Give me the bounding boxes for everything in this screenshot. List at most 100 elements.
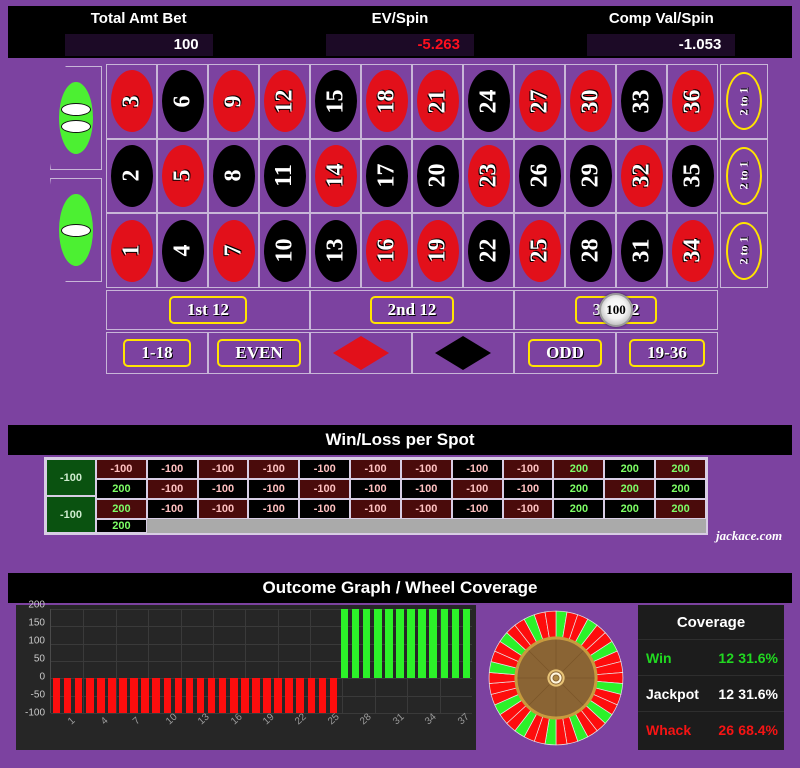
- chart-bar: [407, 609, 415, 679]
- number-label: 26: [526, 163, 552, 188]
- chart-bar: [340, 609, 349, 679]
- number-oval-14: 14: [314, 144, 357, 207]
- number-oval-36: 36: [671, 70, 714, 133]
- bet-cell-20[interactable]: 20: [412, 138, 463, 214]
- chart-bar-slot: [417, 609, 428, 713]
- number-oval-35: 35: [671, 144, 714, 207]
- bet-cell-red[interactable]: [310, 332, 412, 374]
- winloss-cell: -100: [502, 479, 554, 499]
- bet-cell-1[interactable]: 1: [106, 213, 157, 288]
- number-label: 25: [526, 238, 552, 263]
- number-oval-31: 31: [620, 219, 663, 282]
- chart-bar-slot: [350, 609, 361, 713]
- bet-cell-even[interactable]: EVEN: [208, 332, 310, 374]
- bet-cell-3[interactable]: 3: [106, 64, 157, 139]
- winloss-cell: -100: [299, 499, 351, 519]
- bet-cell-14[interactable]: 14: [310, 138, 361, 214]
- bet-cell-19[interactable]: 19: [412, 213, 463, 288]
- bet-cell-27[interactable]: 27: [514, 64, 565, 139]
- bet-cell-5[interactable]: 5: [157, 138, 208, 214]
- bet-cell-29[interactable]: 29: [565, 138, 616, 214]
- chart-gridline: [51, 713, 472, 714]
- bet-cell-34[interactable]: 34: [667, 213, 718, 288]
- bet-cell-7[interactable]: 7: [208, 213, 259, 288]
- bet-cell-13[interactable]: 13: [310, 213, 361, 288]
- bet-cell-25[interactable]: 25: [514, 213, 565, 288]
- bet-cell-dozen-1[interactable]: 1st 12: [106, 290, 310, 330]
- number-label: 24: [475, 89, 501, 114]
- column-bet-label: 2 to 1: [736, 87, 751, 116]
- bet-cell-16[interactable]: 16: [361, 213, 412, 288]
- number-oval-4: 4: [161, 219, 204, 282]
- bet-cell-23[interactable]: 23: [463, 138, 514, 214]
- number-label: 15: [322, 89, 348, 114]
- winloss-cell: -100: [350, 499, 401, 519]
- number-label: 22: [475, 238, 501, 263]
- bet-cell-8[interactable]: 8: [208, 138, 259, 214]
- winloss-cell: 200: [604, 479, 656, 499]
- number-label: 8: [220, 169, 246, 182]
- bet-cell-26[interactable]: 26: [514, 138, 565, 214]
- bet-cell-black[interactable]: [412, 332, 514, 374]
- bet-cell-4[interactable]: 4: [157, 213, 208, 288]
- bet-cell-2[interactable]: 2: [106, 138, 157, 214]
- stat-value: -1.053: [587, 34, 736, 56]
- bet-cell-22[interactable]: 22: [463, 213, 514, 288]
- winloss-cell: 200: [96, 499, 147, 519]
- chart-bar: [130, 678, 138, 713]
- bet-cell-11[interactable]: 11: [259, 138, 310, 214]
- chart-bar-slot: [328, 609, 339, 713]
- zero-bar-icon: [61, 103, 91, 116]
- chart-bar: [451, 609, 460, 679]
- bet-cell-10[interactable]: 10: [259, 213, 310, 288]
- bet-cell-33[interactable]: 33: [616, 64, 667, 139]
- bet-cell-30[interactable]: 30: [565, 64, 616, 139]
- bet-cell-column-2[interactable]: 2 to 1: [720, 138, 768, 214]
- number-label: 35: [679, 163, 705, 188]
- bet-cell-31[interactable]: 31: [616, 213, 667, 288]
- bet-cell-18[interactable]: 18: [361, 64, 412, 139]
- outcome-body: 200 150 100 50 0 -50 -100 1 4 7 10 13 16 19 22 25 28 31 3…: [8, 600, 792, 753]
- bet-cell-double-zero[interactable]: [50, 66, 102, 170]
- bet-cell-1-18[interactable]: 1-18: [106, 332, 208, 374]
- winloss-cell: 200: [604, 499, 656, 519]
- chart-bar-slot: [73, 609, 84, 713]
- bet-cell-28[interactable]: 28: [565, 213, 616, 288]
- bet-cell-dozen-3[interactable]: 3rd 12100: [514, 290, 718, 330]
- bet-cell-24[interactable]: 24: [463, 64, 514, 139]
- bet-cell-32[interactable]: 32: [616, 138, 667, 214]
- bet-cell-dozen-2[interactable]: 2nd 12: [310, 290, 514, 330]
- bet-cell-zero[interactable]: [50, 178, 102, 282]
- winloss-zero-cell: -100: [46, 459, 96, 496]
- bet-cell-36[interactable]: 36: [667, 64, 718, 139]
- bet-cell-column-1[interactable]: 2 to 1: [720, 64, 768, 139]
- bet-cell-35[interactable]: 35: [667, 138, 718, 214]
- winloss-cell: -100: [502, 499, 554, 519]
- chart-bar: [196, 678, 205, 713]
- chart-bar-slot: [206, 609, 217, 713]
- winloss-cell: 200: [553, 459, 605, 479]
- y-tick-label: -50: [30, 689, 45, 701]
- bet-cell-odd[interactable]: ODD: [514, 332, 616, 374]
- chart-bar-slot: [273, 609, 284, 713]
- bet-cell-15[interactable]: 15: [310, 64, 361, 139]
- bet-cell-9[interactable]: 9: [208, 64, 259, 139]
- bet-cell-21[interactable]: 21: [412, 64, 463, 139]
- y-tick-label: 200: [28, 599, 45, 611]
- number-oval-28: 28: [569, 219, 612, 282]
- number-oval-8: 8: [212, 144, 255, 207]
- bet-cell-column-3[interactable]: 2 to 1: [720, 213, 768, 288]
- bet-cell-6[interactable]: 6: [157, 64, 208, 139]
- wheel-coverage-graphic: [480, 605, 632, 750]
- chart-bar: [318, 678, 327, 713]
- number-oval-34: 34: [671, 219, 714, 282]
- chart-bar-slot: [450, 609, 461, 713]
- chart-bar-slot: [84, 609, 95, 713]
- number-label: 3: [118, 95, 144, 108]
- bet-cell-17[interactable]: 17: [361, 138, 412, 214]
- bet-chip[interactable]: 100: [599, 293, 633, 327]
- bet-cell-12[interactable]: 12: [259, 64, 310, 139]
- number-label: 31: [628, 238, 654, 263]
- bet-cell-19-36[interactable]: 19-36: [616, 332, 718, 374]
- coverage-title: Coverage: [676, 613, 746, 631]
